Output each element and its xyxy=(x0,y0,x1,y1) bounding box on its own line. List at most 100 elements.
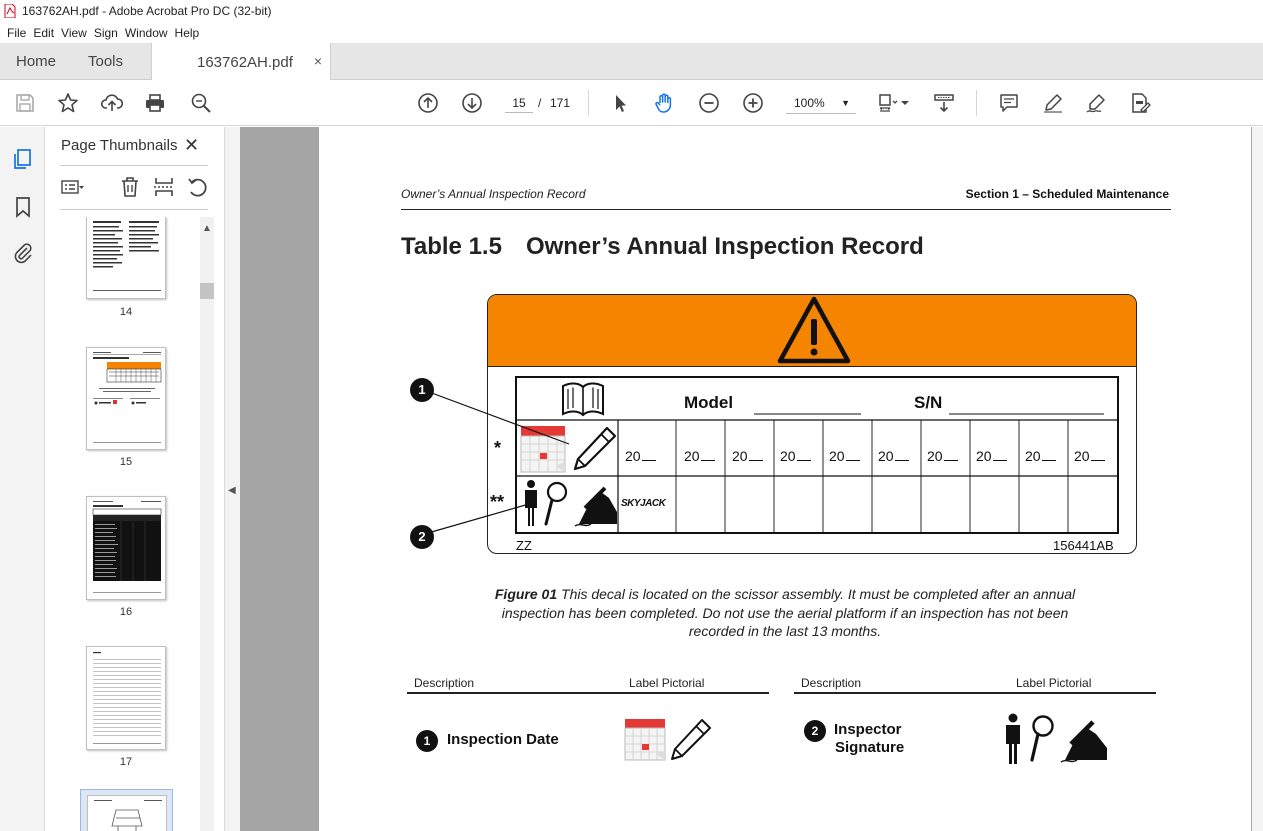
chevron-down-icon: ▼ xyxy=(841,98,850,108)
menu-bar: File Edit View Sign Window Help xyxy=(0,22,1263,43)
main-toolbar xyxy=(0,80,1263,126)
scroll-mode-icon[interactable] xyxy=(932,91,956,115)
print-icon[interactable] xyxy=(143,91,167,115)
year-cell[interactable]: 20 xyxy=(976,448,1007,464)
year-cell[interactable]: 20 xyxy=(829,448,860,464)
table-number: Table 1.5 xyxy=(401,233,502,260)
legend-col-description: Description xyxy=(801,676,862,690)
page-fit-dropdown-icon[interactable] xyxy=(900,99,910,107)
zoom-select[interactable]: 100% ▼ xyxy=(786,92,856,114)
table-title: Owner’s Annual Inspection Record xyxy=(525,233,924,260)
delete-page-icon[interactable] xyxy=(118,175,142,199)
decal-footer-left: ZZ xyxy=(516,538,532,553)
model-label: Model xyxy=(684,393,734,412)
year-cell[interactable]: 20 xyxy=(878,448,909,464)
save-icon[interactable] xyxy=(13,91,37,115)
thumbnail-options-icon[interactable] xyxy=(60,175,84,199)
select-arrow-icon[interactable] xyxy=(608,91,632,115)
page-title: Table 1.5 Owner’s Annual Inspection Recor… xyxy=(401,233,924,261)
page-thumbnail[interactable] xyxy=(87,795,167,831)
redact-icon[interactable] xyxy=(1128,91,1152,115)
hand-tool-icon[interactable] xyxy=(652,91,676,115)
close-tab-icon[interactable]: × xyxy=(314,53,322,69)
page-thumbnails-icon[interactable] xyxy=(11,147,35,171)
menu-edit[interactable]: Edit xyxy=(33,26,54,40)
menu-file[interactable]: File xyxy=(7,26,26,40)
menu-help[interactable]: Help xyxy=(175,26,200,40)
window-title-bar: 163762AH.pdf - Adobe Acrobat Pro DC (32-… xyxy=(0,0,1263,22)
menu-window[interactable]: Window xyxy=(125,26,168,40)
decal-part-number: 156441AB xyxy=(1053,538,1114,553)
scrollbar-thumb[interactable] xyxy=(200,283,214,299)
thumbnail-scrollbar[interactable]: ▲ xyxy=(200,217,214,831)
pdf-page: Owner’s Annual Inspection Record Section… xyxy=(319,127,1251,831)
toolbar-separator xyxy=(588,90,589,116)
callout-lines xyxy=(420,388,570,536)
callout-1: 1 xyxy=(410,378,434,402)
comment-icon[interactable] xyxy=(997,91,1021,115)
inspector-signature-icon xyxy=(1006,713,1107,764)
legend-description: Signature xyxy=(835,739,905,756)
thumbnail-page-number: 14 xyxy=(119,306,133,318)
zoom-in-icon[interactable] xyxy=(741,91,765,115)
pdf-file-icon xyxy=(4,4,16,18)
page-thumbnail[interactable] xyxy=(86,496,166,600)
thumbnail-page-number: 16 xyxy=(119,606,133,618)
zoom-out-icon[interactable] xyxy=(697,91,721,115)
upload-icon[interactable] xyxy=(100,91,124,115)
panel-title: Page Thumbnails xyxy=(61,137,178,154)
menu-view[interactable]: View xyxy=(61,26,87,40)
year-cell[interactable]: 20 xyxy=(1074,448,1105,464)
year-cell[interactable]: 20 xyxy=(684,448,715,464)
sign-icon[interactable] xyxy=(1084,91,1108,115)
thumbnail-page-number: 15 xyxy=(119,456,133,468)
year-cell[interactable]: 20 xyxy=(780,448,811,464)
year-cell[interactable]: 20 xyxy=(625,448,656,464)
prev-page-icon[interactable] xyxy=(416,91,440,115)
page-separator: / xyxy=(538,96,542,110)
page-thumbnail[interactable] xyxy=(86,217,166,299)
tab-bar: Home Tools 163762AH.pdf × xyxy=(0,43,1263,81)
current-page-input[interactable]: 15 xyxy=(505,93,533,113)
next-page-icon[interactable] xyxy=(460,91,484,115)
legend-col-pictorial: Label Pictorial xyxy=(1016,676,1092,690)
legend-col-pictorial: Label Pictorial xyxy=(629,676,705,690)
menu-sign[interactable]: Sign xyxy=(94,26,118,40)
window-title: 163762AH.pdf - Adobe Acrobat Pro DC (32-… xyxy=(22,4,272,18)
close-panel-icon[interactable]: ✕ xyxy=(184,135,199,156)
scroll-up-icon[interactable]: ▲ xyxy=(202,223,212,234)
viewer-right-gutter xyxy=(1252,127,1263,831)
page-fit-icon[interactable] xyxy=(876,91,900,115)
warning-band xyxy=(488,295,1136,367)
year-cell[interactable]: 20 xyxy=(927,448,958,464)
rotate-page-icon[interactable] xyxy=(186,175,210,199)
legend-rule xyxy=(407,692,769,694)
panel-collapse-strip[interactable]: ◀ xyxy=(224,127,240,831)
zoom-value: 100% xyxy=(794,96,825,110)
selected-thumbnail-frame[interactable] xyxy=(80,789,173,831)
page-thumbnail[interactable] xyxy=(86,646,166,750)
year-cell[interactable]: 20 xyxy=(732,448,763,464)
legend-description: Inspector xyxy=(834,721,902,738)
tab-document[interactable]: 163762AH.pdf × xyxy=(151,43,331,81)
highlight-icon[interactable] xyxy=(1041,91,1065,115)
page-thumbnail[interactable] xyxy=(86,347,166,450)
attachments-icon[interactable] xyxy=(11,241,35,265)
figure-text: This decal is located on the scissor ass… xyxy=(501,586,1076,639)
legend-number: 1 xyxy=(416,730,438,752)
document-viewer[interactable]: Owner’s Annual Inspection Record Section… xyxy=(240,127,1263,831)
year-cell[interactable]: 20 xyxy=(1025,448,1056,464)
collapse-arrow-icon[interactable]: ◀ xyxy=(228,485,236,496)
tab-tools[interactable]: Tools xyxy=(88,43,123,80)
running-header-right: Section 1 – Scheduled Maintenance xyxy=(965,187,1169,201)
tab-home[interactable]: Home xyxy=(16,43,56,80)
search-zoom-icon[interactable] xyxy=(189,91,213,115)
header-rule xyxy=(401,209,1171,210)
bookmarks-icon[interactable] xyxy=(11,195,35,219)
bookmark-star-icon[interactable] xyxy=(56,91,80,115)
toolbar-separator xyxy=(976,90,977,116)
divider xyxy=(60,209,208,210)
divider xyxy=(60,165,208,166)
thumbnails-panel: Page Thumbnails ✕ 14 15 16 17 xyxy=(46,127,224,831)
extract-pages-icon[interactable] xyxy=(152,175,176,199)
